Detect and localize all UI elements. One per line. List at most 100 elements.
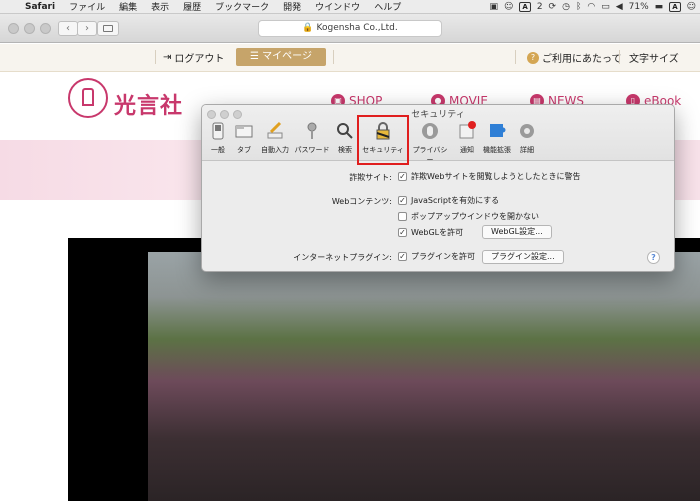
- menu-develop[interactable]: 開発: [276, 0, 308, 13]
- site-logo-text[interactable]: 光言社: [114, 88, 183, 120]
- tab-general[interactable]: 一般: [206, 121, 230, 161]
- divider: [619, 50, 620, 64]
- tab-extensions-label: 機能拡張: [483, 146, 511, 154]
- video-frame-image: [148, 252, 700, 501]
- tab-autofill[interactable]: 自動入力: [258, 121, 292, 161]
- preferences-window: セキュリティ 一般 タブ 自動入力 パスワード 検索 セキュリティ プライバシー…: [201, 104, 675, 272]
- divider: [515, 50, 516, 64]
- fraud-label: 詐欺サイト:: [349, 173, 392, 182]
- plugins-label: インターネットプラグイン:: [293, 253, 392, 262]
- magnifier-icon: [337, 123, 353, 139]
- battery-icon[interactable]: ▬: [655, 2, 664, 12]
- logout-label: ログアウト: [174, 54, 225, 65]
- sidebar-icon: [103, 25, 113, 32]
- person-icon[interactable]: ☺: [504, 2, 513, 12]
- lock-icon: 🔒: [302, 23, 314, 33]
- pencil-icon: [267, 121, 283, 139]
- webgl-option[interactable]: ✓ WebGLを許可: [398, 227, 463, 238]
- fraud-warning-option[interactable]: ✓ 詐欺Webサイトを閲覧しようとしたときに警告: [398, 171, 580, 182]
- menu-view[interactable]: 表示: [144, 0, 176, 13]
- forward-button[interactable]: ›: [77, 21, 97, 36]
- menu-edit[interactable]: 編集: [112, 0, 144, 13]
- time-machine-icon[interactable]: ◷: [562, 2, 570, 12]
- site-utility-bar: ⇥ ログアウト ☰ マイページ ? ご利用にあたって 文字サイズ: [0, 44, 700, 72]
- security-tab-highlight: [357, 115, 409, 165]
- close-window-button[interactable]: [8, 23, 19, 34]
- video-player[interactable]: [68, 238, 700, 501]
- fraud-warning-checkbox[interactable]: ✓: [398, 172, 407, 181]
- tab-general-label: 一般: [211, 146, 225, 154]
- javascript-label: JavaScriptを有効にする: [411, 196, 500, 205]
- help-link[interactable]: ? ご利用にあたって: [527, 50, 622, 65]
- help-label: ご利用にあたって: [542, 54, 622, 65]
- menu-help[interactable]: ヘルプ: [367, 0, 408, 13]
- tab-passwords-label: パスワード: [294, 146, 330, 154]
- bluetooth-icon[interactable]: ᛒ: [576, 2, 581, 12]
- sync-icon[interactable]: ⟳: [549, 2, 557, 12]
- menu-window[interactable]: ウインドウ: [308, 0, 367, 13]
- allow-plugins-option[interactable]: ✓ プラグインを許可: [398, 251, 475, 262]
- plugin-settings-button[interactable]: プラグイン設定...: [482, 250, 564, 264]
- block-popups-option[interactable]: ポップアップウインドウを開かない: [398, 211, 539, 222]
- address-bar[interactable]: 🔒 Kogensha Co.,Ltd.: [258, 20, 442, 37]
- webgl-label: WebGLを許可: [411, 228, 464, 237]
- preferences-title: セキュリティ: [411, 110, 465, 120]
- tab-tabs-label: タブ: [237, 146, 251, 154]
- tab-privacy[interactable]: プライバシー: [410, 121, 450, 164]
- input-method-icon[interactable]: A: [669, 2, 681, 12]
- back-button[interactable]: ‹: [58, 21, 78, 36]
- tab-notifications[interactable]: 通知: [456, 121, 478, 161]
- puzzle-icon: [490, 124, 506, 137]
- fraud-warning-label: 詐欺Webサイトを閲覧しようとしたときに警告: [411, 172, 581, 181]
- allow-plugins-checkbox[interactable]: ✓: [398, 252, 407, 261]
- webgl-settings-button[interactable]: WebGL設定...: [482, 225, 552, 239]
- airplay-icon[interactable]: ▭: [601, 2, 610, 12]
- tab-privacy-label: プライバシー: [412, 146, 448, 164]
- divider: [155, 50, 156, 64]
- tab-notifications-label: 通知: [460, 146, 474, 154]
- font-size-label[interactable]: 文字サイズ: [629, 50, 679, 65]
- logo-lantern-icon[interactable]: [68, 78, 108, 118]
- javascript-checkbox[interactable]: ✓: [398, 196, 407, 205]
- hand-icon: [422, 123, 438, 139]
- block-popups-label: ポップアップウインドウを開かない: [411, 212, 539, 221]
- gear-icon: [520, 124, 534, 138]
- tab-tabs[interactable]: タブ: [232, 121, 256, 161]
- logout-link[interactable]: ⇥ ログアウト: [163, 50, 224, 65]
- zoom-window-button[interactable]: [40, 23, 51, 34]
- question-icon: ?: [527, 51, 539, 64]
- key-icon: [307, 122, 317, 139]
- minimize-window-button[interactable]: [24, 23, 35, 34]
- menu-file[interactable]: ファイル: [62, 0, 112, 13]
- user-icon[interactable]: ☺: [687, 2, 696, 12]
- webgl-checkbox[interactable]: ✓: [398, 228, 407, 237]
- tab-advanced[interactable]: 詳細: [516, 121, 538, 161]
- tab-search[interactable]: 検索: [334, 121, 356, 161]
- adobe-icon[interactable]: A: [519, 2, 531, 12]
- sidebar-toggle-button[interactable]: [97, 21, 119, 36]
- tab-passwords[interactable]: パスワード: [292, 121, 332, 161]
- menu-history[interactable]: 履歴: [176, 0, 208, 13]
- switch-icon: [212, 122, 224, 140]
- browser-toolbar: ‹ › 🔒 Kogensha Co.,Ltd.: [0, 14, 700, 43]
- wifi-icon[interactable]: ◠: [587, 2, 595, 12]
- notification-count[interactable]: 2: [537, 2, 543, 12]
- web-content-label: Webコンテンツ:: [331, 197, 392, 206]
- tab-search-label: 検索: [338, 146, 352, 154]
- camera-icon[interactable]: ▣: [489, 2, 498, 12]
- tabs-icon: [235, 125, 253, 138]
- menu-app-safari[interactable]: Safari: [18, 2, 62, 12]
- menu-bookmarks[interactable]: ブックマーク: [208, 0, 276, 13]
- tab-autofill-label: 自動入力: [261, 146, 289, 154]
- block-popups-checkbox[interactable]: [398, 212, 407, 221]
- notification-icon: [459, 121, 476, 139]
- volume-icon[interactable]: ◀: [616, 2, 623, 12]
- logout-icon: ⇥: [163, 52, 172, 63]
- tab-extensions[interactable]: 機能拡張: [481, 121, 513, 161]
- javascript-option[interactable]: ✓ JavaScriptを有効にする: [398, 195, 499, 206]
- help-button[interactable]: ?: [647, 251, 660, 264]
- tab-advanced-label: 詳細: [520, 146, 534, 154]
- battery-percent[interactable]: 71%: [629, 2, 649, 12]
- mypage-button[interactable]: ☰ マイページ: [236, 48, 326, 66]
- divider: [333, 50, 334, 64]
